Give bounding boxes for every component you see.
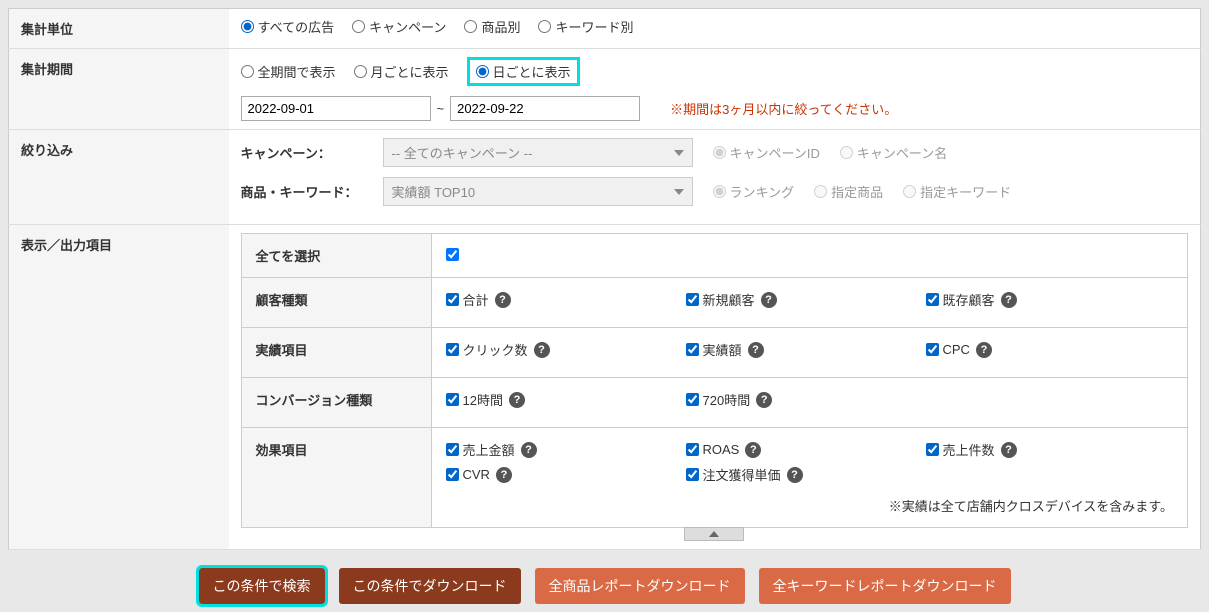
chevron-down-icon <box>674 150 684 156</box>
period-radio-group: 全期間で表示 月ごとに表示 日ごとに表示 <box>241 57 1189 86</box>
unit-radio-product[interactable]: 商品別 <box>464 17 520 36</box>
help-icon[interactable]: ? <box>1001 442 1017 458</box>
check-cpc[interactable]: CPC? <box>926 340 1166 359</box>
check-cvr[interactable]: CVR? <box>446 465 686 484</box>
all-keywords-button[interactable]: 全キーワードレポートダウンロード <box>759 568 1011 604</box>
select-all-header: 全てを選択 <box>241 234 431 278</box>
unit-radio-campaign[interactable]: キャンペーン <box>352 17 446 36</box>
check-existing-customer[interactable]: 既存顧客? <box>926 290 1166 309</box>
help-icon[interactable]: ? <box>495 292 511 308</box>
period-radio-month[interactable]: 月ごとに表示 <box>354 62 449 81</box>
button-row: この条件で検索 この条件でダウンロード 全商品レポートダウンロード 全キーワード… <box>8 568 1201 604</box>
filter-campaign-row: キャンペーン： -- 全てのキャンペーン -- キャンペーンID キャンペーン名 <box>241 138 1189 167</box>
help-icon[interactable]: ? <box>1001 292 1017 308</box>
help-icon[interactable]: ? <box>534 342 550 358</box>
customer-type-header: 顧客種類 <box>241 278 431 328</box>
period-radio-day[interactable]: 日ごとに表示 <box>467 57 580 86</box>
help-icon[interactable]: ? <box>509 392 525 408</box>
date-to-input[interactable] <box>450 96 640 121</box>
unit-radio-group: すべての広告 キャンペーン 商品別 キーワード別 <box>241 17 1189 36</box>
filter-product-row: 商品・キーワード： 実績額 TOP10 ランキング 指定商品 指定キーワード <box>241 177 1189 206</box>
product-select[interactable]: 実績額 TOP10 <box>383 177 693 206</box>
unit-radio-all[interactable]: すべての広告 <box>241 17 335 36</box>
help-icon[interactable]: ? <box>761 292 777 308</box>
effect-header: 効果項目 <box>241 428 431 528</box>
output-note: ※実績は全て店舗内クロスデバイスを含みます。 <box>446 496 1174 515</box>
period-radio-all[interactable]: 全期間で表示 <box>241 62 336 81</box>
specific-keyword-radio[interactable]: 指定キーワード <box>903 182 1011 201</box>
check-sales-amount[interactable]: 売上金額? <box>446 440 686 459</box>
period-warning: ※期間は3ヶ月以内に絞ってください。 <box>670 99 897 118</box>
campaign-select[interactable]: -- 全てのキャンペーン -- <box>383 138 693 167</box>
check-roas[interactable]: ROAS? <box>686 440 926 459</box>
output-header: 表示／出力項目 <box>9 225 229 550</box>
check-clicks[interactable]: クリック数? <box>446 340 686 359</box>
chevron-up-icon <box>709 531 719 537</box>
ranking-radio[interactable]: ランキング <box>713 182 795 201</box>
help-icon[interactable]: ? <box>787 467 803 483</box>
all-products-button[interactable]: 全商品レポートダウンロード <box>535 568 745 604</box>
check-720h[interactable]: 720時間? <box>686 390 926 409</box>
check-new-customer[interactable]: 新規顧客? <box>686 290 926 309</box>
help-icon[interactable]: ? <box>521 442 537 458</box>
check-order-cost[interactable]: 注文獲得単価? <box>686 465 926 484</box>
filter-header: 絞り込み <box>9 130 229 225</box>
date-from-input[interactable] <box>241 96 431 121</box>
product-label: 商品・キーワード： <box>241 182 371 201</box>
performance-header: 実績項目 <box>241 328 431 378</box>
check-total[interactable]: 合計? <box>446 290 686 309</box>
period-header: 集計期間 <box>9 49 229 130</box>
unit-radio-keyword[interactable]: キーワード別 <box>538 17 633 36</box>
help-icon[interactable]: ? <box>748 342 764 358</box>
collapse-handle[interactable] <box>684 527 744 541</box>
search-button[interactable]: この条件で検索 <box>199 568 325 604</box>
campaign-name-radio[interactable]: キャンペーン名 <box>840 143 947 162</box>
tilde: ~ <box>437 101 445 116</box>
output-table: 全てを選択 顧客種類 合計? 新規顧客? 既存顧客? 実績項目 クリック数? 実 <box>241 233 1189 528</box>
help-icon[interactable]: ? <box>976 342 992 358</box>
specific-product-radio[interactable]: 指定商品 <box>814 182 883 201</box>
check-amount[interactable]: 実績額? <box>686 340 926 359</box>
campaign-id-radio[interactable]: キャンペーンID <box>713 143 820 162</box>
download-button[interactable]: この条件でダウンロード <box>339 568 521 604</box>
select-all-checkbox[interactable] <box>446 248 459 261</box>
check-12h[interactable]: 12時間? <box>446 390 686 409</box>
unit-header: 集計単位 <box>9 9 229 49</box>
settings-table: 集計単位 すべての広告 キャンペーン 商品別 キーワード別 集計期間 全期間で表… <box>8 8 1201 550</box>
help-icon[interactable]: ? <box>756 392 772 408</box>
help-icon[interactable]: ? <box>496 467 512 483</box>
campaign-label: キャンペーン： <box>241 143 371 162</box>
chevron-down-icon <box>674 189 684 195</box>
check-sales-count[interactable]: 売上件数? <box>926 440 1166 459</box>
conversion-header: コンバージョン種類 <box>241 378 431 428</box>
help-icon[interactable]: ? <box>745 442 761 458</box>
